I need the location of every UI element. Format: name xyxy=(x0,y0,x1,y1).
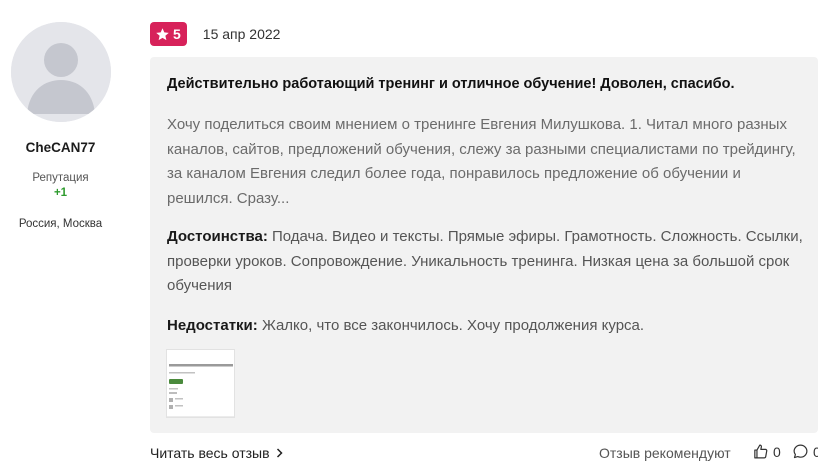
review-date: 15 апр 2022 xyxy=(202,26,281,42)
rating-value: 5 xyxy=(173,26,181,42)
user-silhouette-icon xyxy=(11,22,111,122)
attachment-preview-image xyxy=(167,350,234,417)
review-title[interactable]: Действительно работающий тренинг и отлич… xyxy=(167,76,807,92)
author-username[interactable]: CheCAN77 xyxy=(0,140,121,155)
review-card: Действительно работающий тренинг и отлич… xyxy=(150,57,818,433)
read-full-review-link[interactable]: Читать весь отзыв xyxy=(150,445,283,461)
read-full-label: Читать весь отзыв xyxy=(150,445,270,461)
author-sidebar: CheCAN77 Репутация +1 Россия, Москва xyxy=(0,0,135,473)
like-button[interactable]: 0 xyxy=(752,443,781,460)
thumbs-up-icon xyxy=(754,444,768,459)
star-icon xyxy=(156,27,169,40)
review-header: 5 15 апр 2022 xyxy=(150,22,280,46)
cons-text: Жалко, что все закончилось. Хочу продолж… xyxy=(261,317,645,334)
comments-button[interactable]: 0 xyxy=(792,443,818,460)
comments-count: 0 xyxy=(813,443,818,460)
reputation-label: Репутация xyxy=(32,172,89,184)
chevron-right-icon xyxy=(276,448,283,458)
reputation-value: +1 xyxy=(53,187,68,199)
recommend-label: Отзыв рекомендуют xyxy=(599,445,731,461)
likes-count: 0 xyxy=(773,443,781,460)
attachment-thumbnail[interactable] xyxy=(166,349,235,418)
review-footer: Читать весь отзыв Отзыв рекомендуют 0 0 xyxy=(150,441,818,469)
cons-label: Недостатки: xyxy=(167,317,258,334)
avatar[interactable] xyxy=(11,22,111,122)
rating-badge: 5 xyxy=(150,22,187,46)
pros-label: Достоинства: xyxy=(167,228,268,245)
comment-icon xyxy=(793,444,808,459)
review-pros: Достоинства: Подача. Видео и тексты. Пря… xyxy=(167,225,812,299)
review-cons: Недостатки: Жалко, что все закончилось. … xyxy=(167,314,812,339)
author-location: Россия, Москва xyxy=(18,218,103,230)
review-text[interactable]: Хочу поделиться своим мнением о тренинге… xyxy=(167,113,809,211)
